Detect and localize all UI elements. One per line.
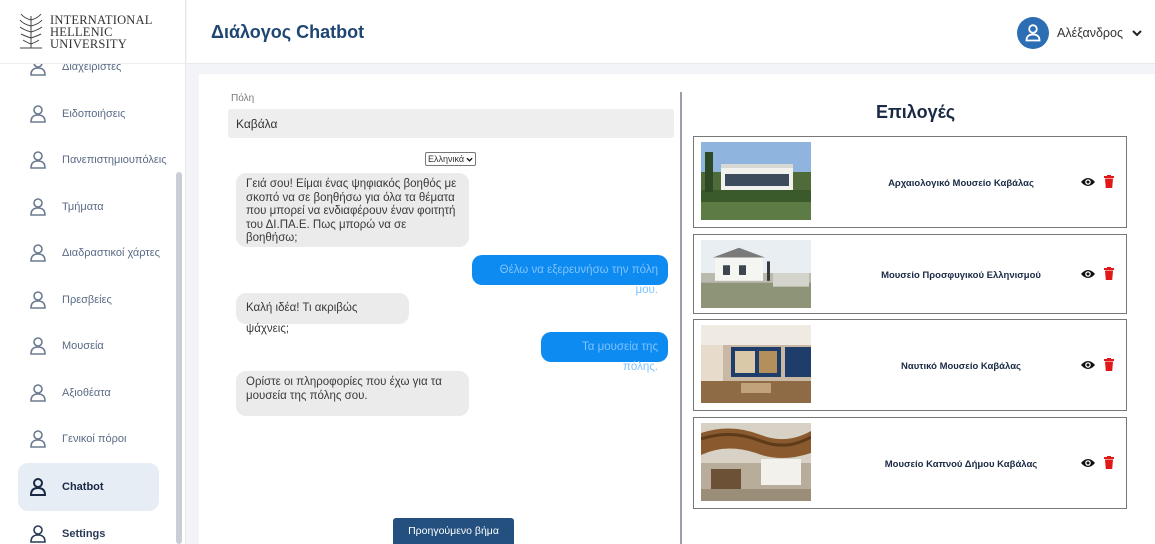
- logo-icon: [19, 13, 43, 48]
- logo-text: INTERNATIONAL HELLENIC UNIVERSITY: [50, 12, 153, 51]
- option-title: Μουσείο Καπνού Δήμου Καβάλας: [884, 459, 1038, 470]
- eye-icon[interactable]: [1080, 268, 1096, 280]
- option-card[interactable]: Μουσείο Καπνού Δήμου Καβάλας: [693, 417, 1127, 509]
- museum-photo: [701, 240, 811, 308]
- user-icon: [1025, 24, 1041, 42]
- option-title: Ναυτικό Μουσείο Καβάλας: [901, 361, 1021, 372]
- sidebar-item-sights[interactable]: Αξιοθέατα: [0, 370, 176, 417]
- user-icon: [30, 104, 46, 123]
- user-icon: [30, 244, 46, 263]
- trash-icon[interactable]: [1104, 456, 1114, 469]
- user-icon: [30, 524, 46, 543]
- user-icon: [30, 290, 46, 309]
- city-input[interactable]: [228, 109, 674, 138]
- sidebar-item-label: Διαδραστικοί χάρτες: [62, 247, 160, 260]
- user-message: Τα μουσεία της πόλης.: [541, 332, 668, 373]
- sidebar-item-label: Ειδοποιήσεις: [62, 107, 126, 120]
- user-message: Θέλω να εξερευνήσω την πόλη μου.: [472, 255, 668, 296]
- user-icon: [30, 430, 46, 449]
- sidebar-item-interactive-maps[interactable]: Διαδραστικοί χάρτες: [0, 230, 176, 277]
- sidebar-nav: Διαχειριστές Ειδοποιήσεις Πανεπιστημιουπ…: [0, 44, 176, 544]
- avatar: [1017, 17, 1050, 49]
- sidebar-item-museums[interactable]: Μουσεία: [0, 323, 176, 370]
- trash-icon[interactable]: [1104, 267, 1114, 280]
- city-label: Πόλη: [231, 93, 255, 104]
- language-select-value: Ελληνικά: [428, 154, 465, 164]
- museum-photo: [701, 325, 811, 403]
- trash-icon[interactable]: [1104, 358, 1114, 371]
- sidebar-item-general-resources[interactable]: Γενικοί πόροι: [0, 416, 176, 463]
- option-title: Μουσείο Προσφυγικού Ελληνισμού: [881, 270, 1041, 281]
- sidebar-item-label: Πρεσβείες: [62, 293, 112, 306]
- user-icon: [30, 197, 46, 216]
- page-title: Διάλογος Chatbot: [211, 22, 365, 42]
- sidebar-item-chatbot[interactable]: Chatbot: [18, 462, 159, 511]
- user-menu[interactable]: Αλέξανδρος: [1017, 17, 1143, 49]
- panel-divider: [680, 92, 682, 544]
- eye-icon[interactable]: [1080, 359, 1096, 371]
- previous-step-button[interactable]: Προηγούμενο βήμα: [393, 518, 514, 544]
- user-icon: [30, 383, 46, 402]
- sidebar-item-label: Αξιοθέατα: [62, 386, 111, 399]
- sidebar-item-departments[interactable]: Τμήματα: [0, 184, 176, 231]
- sidebar-item-label: Settings: [62, 527, 106, 540]
- user-icon: [30, 151, 46, 170]
- sidebar-item-notifications[interactable]: Ειδοποιήσεις: [0, 91, 176, 138]
- museum-photo: [701, 142, 811, 220]
- museum-photo: [701, 423, 811, 501]
- option-card[interactable]: Αρχαιολογικό Μουσείο Καβάλας: [693, 136, 1127, 228]
- sidebar-item-label: Γενικοί πόροι: [62, 433, 127, 446]
- bot-message: Καλή ιδέα! Τι ακριβώς ψάχνεις;: [236, 293, 409, 335]
- option-title: Αρχαιολογικό Μουσείο Καβάλας: [888, 178, 1034, 189]
- bot-message: Γειά σου! Είμαι ένας ψηφιακός βοηθός με …: [236, 173, 469, 247]
- option-card[interactable]: Μουσείο Προσφυγικού Ελληνισμού: [693, 234, 1127, 314]
- trash-icon[interactable]: [1104, 175, 1114, 188]
- bot-message: Ορίστε οι πληροφορίες που έχω για τα μου…: [236, 371, 469, 416]
- top-header: Διάλογος Chatbot Αλέξανδρος: [187, 0, 1155, 64]
- user-icon: [30, 477, 46, 496]
- option-card[interactable]: Ναυτικό Μουσείο Καβάλας: [693, 319, 1127, 411]
- eye-icon[interactable]: [1080, 176, 1096, 188]
- sidebar-item-label: Μουσεία: [62, 340, 104, 353]
- sidebar-item-label: Τμήματα: [62, 200, 104, 213]
- university-logo[interactable]: INTERNATIONAL HELLENIC UNIVERSITY: [0, 0, 185, 64]
- sidebar-item-settings[interactable]: Settings: [0, 511, 176, 544]
- sidebar-item-label: Chatbot: [62, 480, 104, 493]
- chevron-down-icon: [1132, 30, 1142, 37]
- eye-icon[interactable]: [1080, 457, 1096, 469]
- user-name: Αλέξανδρος: [1057, 26, 1123, 40]
- sidebar-item-label: Πανεπιστημιουπόλεις: [62, 154, 167, 167]
- options-title: Επιλογές: [876, 102, 956, 122]
- user-icon: [30, 337, 46, 356]
- language-select[interactable]: Ελληνικά: [425, 152, 477, 166]
- chevron-down-icon: [466, 157, 473, 162]
- sidebar-scrollbar[interactable]: [176, 172, 182, 544]
- sidebar: Διαχειριστές Ειδοποιήσεις Πανεπιστημιουπ…: [0, 0, 186, 544]
- sidebar-item-embassies[interactable]: Πρεσβείες: [0, 277, 176, 324]
- sidebar-item-campuses[interactable]: Πανεπιστημιουπόλεις: [0, 137, 176, 184]
